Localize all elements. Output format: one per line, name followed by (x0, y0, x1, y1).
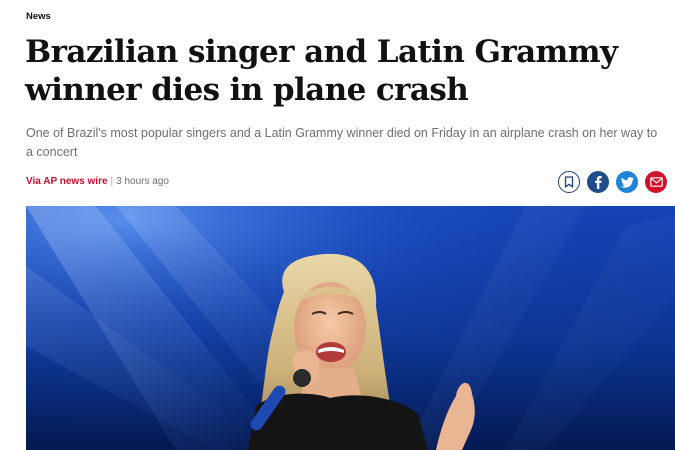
section-label[interactable]: News (26, 11, 51, 22)
bookmark-icon (564, 176, 574, 188)
hero-image[interactable] (26, 206, 675, 450)
standfirst: One of Brazil's most popular singers and… (26, 126, 658, 159)
share-bar (558, 171, 667, 193)
twitter-icon (620, 176, 634, 188)
twitter-share-button[interactable] (616, 171, 638, 193)
hero-photo (26, 206, 675, 450)
byline-source[interactable]: Via AP news wire (26, 176, 108, 187)
email-share-button[interactable] (645, 171, 667, 193)
bookmark-button[interactable] (558, 171, 580, 193)
article: News Brazilian singer and Latin Grammy w… (0, 0, 675, 450)
byline: Via AP news wire | 3 hours ago (26, 176, 169, 188)
facebook-icon (595, 176, 602, 189)
email-icon (649, 177, 663, 187)
facebook-share-button[interactable] (587, 171, 609, 193)
byline-time: 3 hours ago (116, 176, 169, 187)
headline: Brazilian singer and Latin Grammy winner… (25, 34, 618, 108)
byline-separator: | (110, 176, 114, 187)
